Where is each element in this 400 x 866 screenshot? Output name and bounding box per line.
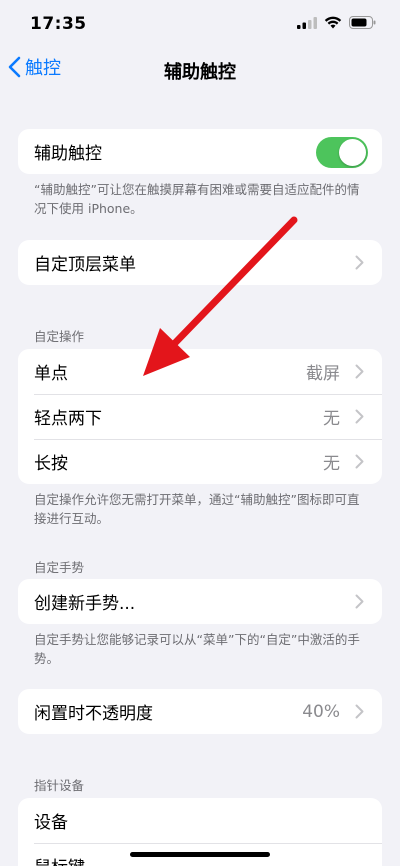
toggle-knob [339, 139, 366, 166]
battery-icon [349, 16, 376, 29]
assistive-touch-row: 辅助触控 [18, 129, 382, 174]
status-time: 17:35 [30, 14, 87, 34]
create-gesture-row[interactable]: 创建新手势... [18, 579, 382, 624]
action-label: 轻点两下 [34, 409, 102, 429]
chevron-right-icon [348, 701, 370, 723]
signal-icon [297, 16, 317, 29]
chevron-right-icon [348, 451, 370, 473]
action-row-single-tap[interactable]: 单点 截屏 [18, 349, 382, 394]
customize-top-menu-label: 自定顶层菜单 [34, 255, 136, 275]
chevron-right-icon [348, 591, 370, 613]
action-value: 截屏 [306, 364, 340, 384]
action-row-double-tap[interactable]: 轻点两下 无 [18, 394, 382, 439]
idle-opacity-label: 闲置时不透明度 [34, 704, 153, 724]
pointer-devices-header: 指针设备 [34, 778, 85, 793]
chevron-right-icon [348, 361, 370, 383]
custom-gestures-group: 创建新手势... [18, 579, 382, 624]
idle-opacity-value: 40% [302, 701, 340, 722]
chevron-right-icon [348, 406, 370, 428]
custom-gestures-header: 自定手势 [34, 560, 85, 575]
navigation-bar: 触控 辅助触控 [0, 52, 400, 92]
custom-actions-header: 自定操作 [34, 329, 85, 344]
status-icons [297, 16, 376, 29]
idle-opacity-group: 闲置时不透明度 40% [18, 689, 382, 734]
devices-label: 设备 [34, 813, 68, 833]
assistive-touch-group: 辅助触控 [18, 129, 382, 174]
wifi-icon [324, 16, 342, 29]
page-title: 辅助触控 [164, 62, 236, 83]
action-label: 单点 [34, 364, 68, 384]
assistive-touch-footnote: “辅助触控”可让您在触摸屏幕有困难或需要自适应配件的情况下使用 iPhone。 [34, 182, 360, 216]
chevron-right-icon [348, 252, 370, 274]
action-label: 长按 [34, 454, 68, 474]
idle-opacity-row[interactable]: 闲置时不透明度 40% [18, 689, 382, 734]
action-row-long-press[interactable]: 长按 无 [18, 439, 382, 484]
create-gesture-label: 创建新手势... [34, 594, 136, 614]
status-bar: 17:35 [0, 0, 400, 48]
top-menu-group: 自定顶层菜单 [18, 240, 382, 285]
custom-actions-footnote: 自定操作允许您无需打开菜单，通过“辅助触控”图标即可直接进行互动。 [34, 492, 360, 526]
customize-top-menu-row[interactable]: 自定顶层菜单 [18, 240, 382, 285]
action-value: 无 [323, 409, 340, 429]
custom-gestures-footnote: 自定手势让您能够记录可以从“菜单”下的“自定”中激活的手势。 [34, 632, 360, 666]
custom-actions-group: 单点 截屏 轻点两下 无 长按 无 [18, 349, 382, 484]
action-value: 无 [323, 454, 340, 474]
assistive-touch-toggle[interactable] [316, 137, 368, 168]
devices-row[interactable]: 设备 [18, 798, 382, 843]
home-indicator [130, 852, 270, 857]
